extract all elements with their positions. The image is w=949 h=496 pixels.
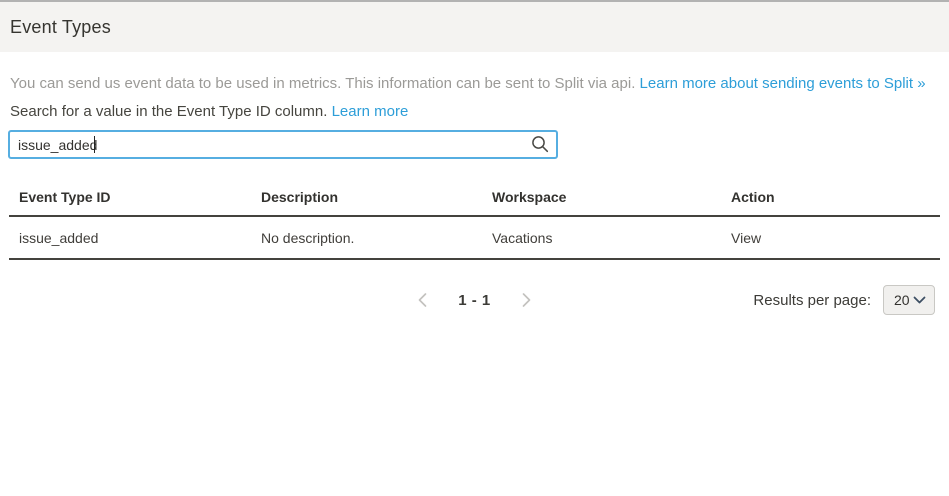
page-title: Event Types [10, 17, 111, 38]
cell-workspace: Vacations [482, 216, 721, 259]
results-per-page-label: Results per page: [753, 292, 871, 309]
chevron-down-icon [913, 296, 926, 304]
chevron-right-icon [521, 292, 532, 308]
intro-description: You can send us event data to be used in… [10, 75, 635, 92]
search-hint-text: Search for a value in the Event Type ID … [10, 103, 327, 120]
text-caret [94, 136, 95, 153]
search-hint: Search for a value in the Event Type ID … [10, 103, 939, 121]
cell-description: No description. [251, 216, 482, 259]
event-types-table: Event Type ID Description Workspace Acti… [9, 180, 940, 260]
search-box [8, 130, 558, 159]
column-header-event-type-id: Event Type ID [9, 180, 251, 216]
intro-text: You can send us event data to be used in… [10, 75, 939, 93]
page-header: Event Types [0, 2, 949, 52]
table-header-row: Event Type ID Description Workspace Acti… [9, 180, 940, 216]
results-per-page: Results per page: 20 [753, 284, 935, 316]
column-header-action: Action [721, 180, 940, 216]
search-icon[interactable] [531, 135, 549, 153]
table-row: issue_added No description. Vacations Vi… [9, 216, 940, 259]
column-header-workspace: Workspace [482, 180, 721, 216]
results-per-page-select[interactable]: 20 [883, 285, 935, 315]
results-per-page-value: 20 [894, 292, 910, 308]
learn-more-sending-events-link[interactable]: Learn more about sending events to Split… [640, 75, 926, 92]
column-header-description: Description [251, 180, 482, 216]
page-range: 1 - 1 [458, 292, 491, 309]
table-footer: 1 - 1 Results per page: 20 [0, 284, 949, 316]
view-action-link[interactable]: View [721, 216, 940, 259]
cell-event-type-id: issue_added [9, 216, 251, 259]
next-page-button[interactable] [521, 292, 532, 308]
chevron-left-icon [417, 292, 428, 308]
learn-more-link[interactable]: Learn more [332, 103, 409, 120]
previous-page-button[interactable] [417, 292, 428, 308]
search-input[interactable] [8, 130, 558, 159]
